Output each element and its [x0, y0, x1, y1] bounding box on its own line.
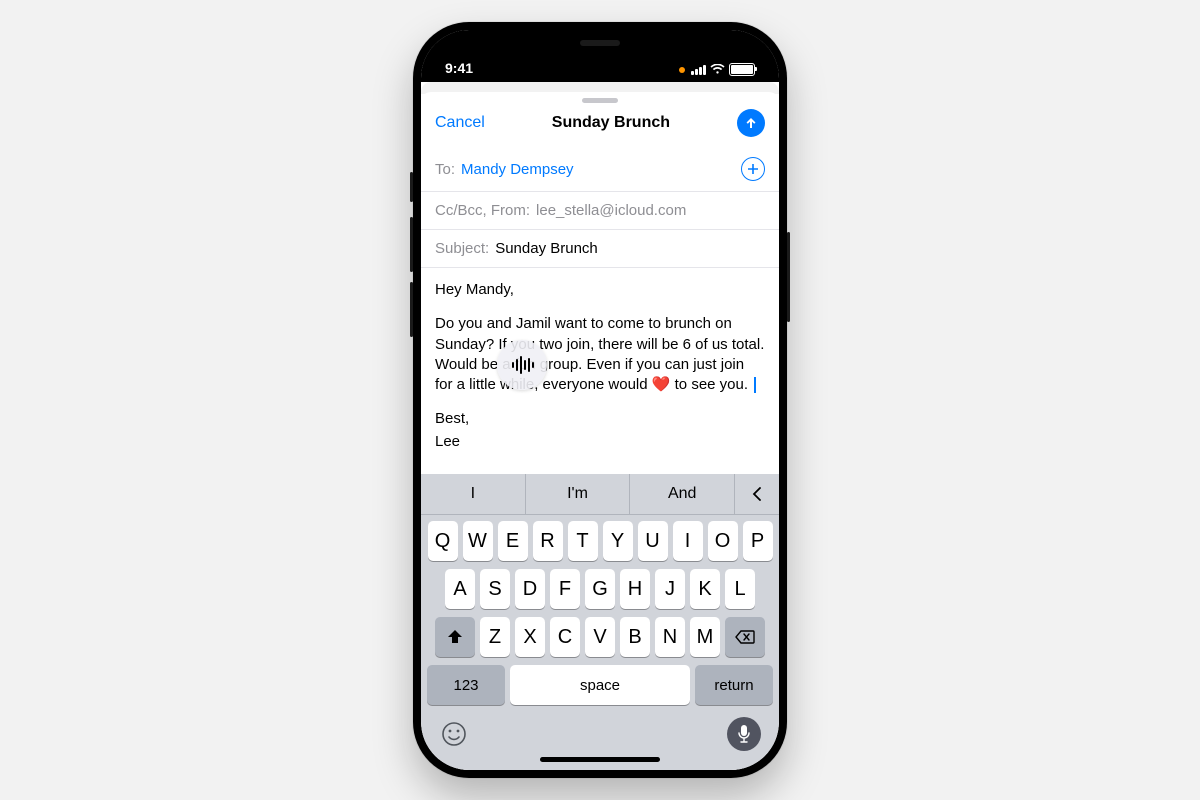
phone-inner: 9:41 Cancel Sunday Brunch — [421, 30, 779, 770]
home-indicator[interactable] — [540, 757, 660, 762]
key-x[interactable]: X — [515, 617, 545, 657]
key-f[interactable]: F — [550, 569, 580, 609]
body-paragraph: Do you and Jamil want to come to brunch … — [435, 314, 765, 395]
keyboard: I I'm And Q W E R — [421, 474, 779, 770]
key-a[interactable]: A — [445, 569, 475, 609]
key-row-4: 123 space return — [425, 665, 775, 705]
status-right — [679, 63, 755, 76]
cc-bcc-from-field[interactable]: Cc/Bcc, From: lee_stella@icloud.com — [421, 192, 779, 230]
key-b[interactable]: B — [620, 617, 650, 657]
cellular-icon — [691, 65, 706, 75]
emoji-button[interactable] — [439, 719, 469, 749]
notch — [525, 30, 675, 58]
subject-label: Subject: — [435, 240, 489, 257]
send-button[interactable] — [737, 109, 765, 137]
stage: 9:41 Cancel Sunday Brunch — [0, 0, 1200, 800]
key-l[interactable]: L — [725, 569, 755, 609]
chevron-left-icon — [752, 487, 762, 501]
key-z[interactable]: Z — [480, 617, 510, 657]
suggestion-2[interactable]: I'm — [526, 474, 631, 514]
numbers-key[interactable]: 123 — [427, 665, 505, 705]
key-k[interactable]: K — [690, 569, 720, 609]
power-button — [787, 232, 790, 322]
key-j[interactable]: J — [655, 569, 685, 609]
key-g[interactable]: G — [585, 569, 615, 609]
body-signature: Lee — [435, 432, 765, 452]
body-greeting: Hey Mandy, — [435, 280, 765, 300]
to-label: To: — [435, 161, 455, 178]
key-w[interactable]: W — [463, 521, 493, 561]
backspace-key[interactable] — [725, 617, 765, 657]
keyboard-footer — [421, 713, 779, 751]
subject-field[interactable]: Subject: Sunday Brunch — [421, 230, 779, 268]
cancel-button[interactable]: Cancel — [435, 114, 485, 132]
key-t[interactable]: T — [568, 521, 598, 561]
cc-label: Cc/Bcc, From: — [435, 202, 530, 219]
key-d[interactable]: D — [515, 569, 545, 609]
key-rows: Q W E R T Y U I O P — [421, 515, 779, 705]
key-v[interactable]: V — [585, 617, 615, 657]
wifi-icon — [710, 64, 725, 75]
key-r[interactable]: R — [533, 521, 563, 561]
key-o[interactable]: O — [708, 521, 738, 561]
key-u[interactable]: U — [638, 521, 668, 561]
suggestion-collapse[interactable] — [735, 474, 779, 514]
text-cursor — [754, 377, 756, 393]
heart-emoji: ❤️ — [652, 376, 671, 393]
space-key[interactable]: space — [510, 665, 690, 705]
mute-switch — [410, 172, 413, 202]
to-field[interactable]: To: Mandy Dempsey — [421, 147, 779, 192]
shift-key[interactable] — [435, 617, 475, 657]
waveform-icon — [510, 355, 534, 375]
emoji-icon — [441, 721, 467, 747]
key-e[interactable]: E — [498, 521, 528, 561]
volume-up-button — [410, 217, 413, 272]
key-y[interactable]: Y — [603, 521, 633, 561]
key-row-3: Z X C V B N M — [425, 617, 775, 657]
arrow-up-icon — [744, 116, 758, 130]
suggestion-1[interactable]: I — [421, 474, 526, 514]
to-recipient[interactable]: Mandy Dempsey — [461, 161, 574, 178]
backspace-icon — [735, 630, 755, 644]
key-p[interactable]: P — [743, 521, 773, 561]
shift-icon — [446, 629, 464, 645]
microphone-icon — [737, 724, 751, 744]
sheet-grabber[interactable] — [582, 98, 618, 103]
dictation-button[interactable] — [727, 717, 761, 751]
key-s[interactable]: S — [480, 569, 510, 609]
body-closing: Best, — [435, 409, 765, 429]
key-row-1: Q W E R T Y U I O P — [425, 521, 775, 561]
from-address: lee_stella@icloud.com — [536, 202, 686, 219]
message-body[interactable]: Hey Mandy, Do you and Jamil want to come… — [421, 268, 779, 474]
compose-navbar: Cancel Sunday Brunch — [421, 107, 779, 147]
key-c[interactable]: C — [550, 617, 580, 657]
key-n[interactable]: N — [655, 617, 685, 657]
suggestion-bar: I I'm And — [421, 474, 779, 515]
key-i[interactable]: I — [673, 521, 703, 561]
dictation-puck[interactable] — [497, 340, 547, 390]
add-recipient-button[interactable] — [741, 157, 765, 181]
compose-title: Sunday Brunch — [552, 114, 670, 132]
status-time: 9:41 — [445, 60, 473, 76]
plus-icon — [747, 163, 759, 175]
compose-sheet: Cancel Sunday Brunch To: Mandy Dempsey — [421, 92, 779, 770]
key-row-2: A S D F G H J K L — [425, 569, 775, 609]
key-h[interactable]: H — [620, 569, 650, 609]
key-q[interactable]: Q — [428, 521, 458, 561]
mic-indicator-dot — [679, 67, 685, 73]
screen: 9:41 Cancel Sunday Brunch — [421, 30, 779, 770]
suggestion-3[interactable]: And — [630, 474, 735, 514]
subject-value: Sunday Brunch — [495, 240, 598, 257]
phone-frame: 9:41 Cancel Sunday Brunch — [413, 22, 787, 778]
return-key[interactable]: return — [695, 665, 773, 705]
volume-down-button — [410, 282, 413, 337]
key-m[interactable]: M — [690, 617, 720, 657]
battery-icon — [729, 63, 755, 76]
